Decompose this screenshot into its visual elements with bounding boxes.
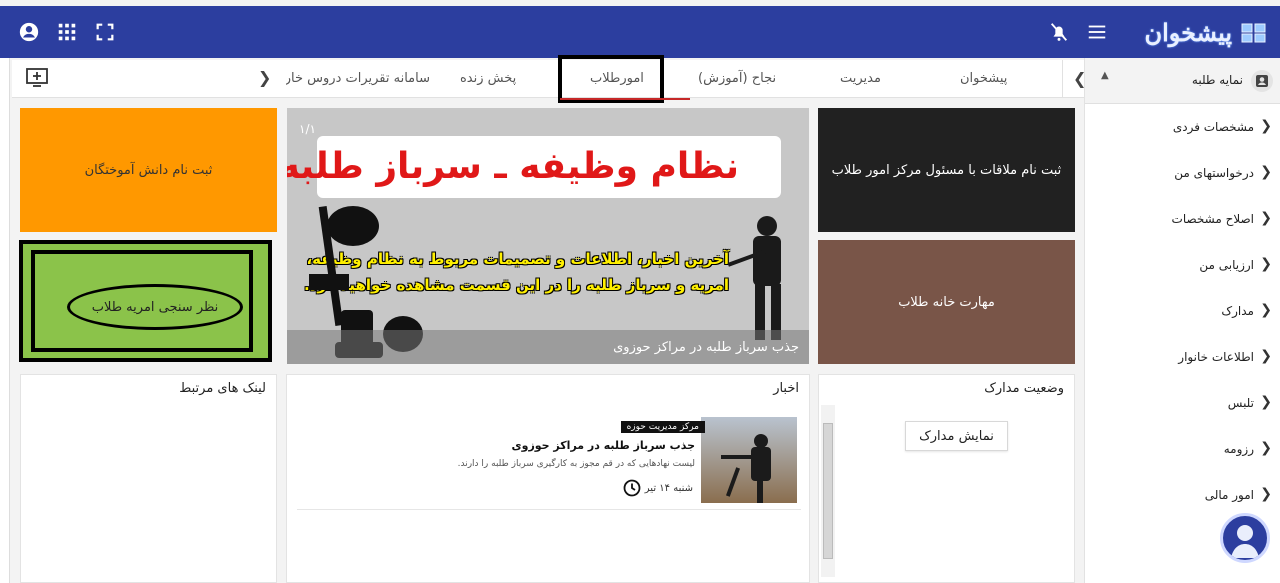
news-banner[interactable]: ۱/۱ نظام وظیفه ـ سرباز طلبه آخرین اخبار،… bbox=[287, 108, 809, 364]
sidebar-item-label: تلبس bbox=[1227, 396, 1254, 410]
active-tab-indicator bbox=[560, 98, 690, 100]
soldier-figure-illustration bbox=[727, 216, 781, 340]
skills-house-tile[interactable]: مهارت خانه طلاب bbox=[818, 240, 1075, 364]
sidebar-item-documents[interactable]: ❯ مدارک bbox=[1084, 290, 1280, 334]
tab-live-broadcast[interactable]: پخش زنده bbox=[460, 71, 516, 86]
news-item-headline[interactable]: جذب سرباز طلبه در مراکز حوزوی bbox=[512, 439, 695, 452]
clock-icon bbox=[623, 479, 641, 497]
sidebar-item-finance[interactable]: ❯ امور مالی bbox=[1084, 474, 1280, 518]
documents-status-panel: وضعیت مدارک نمایش مدارک bbox=[818, 374, 1075, 583]
support-agent-icon bbox=[1231, 525, 1259, 558]
apps-grid-icon[interactable] bbox=[56, 21, 78, 43]
news-thumbnail-image bbox=[721, 434, 771, 503]
sidebar-item-personal-info[interactable]: ❯ مشخصات فردی bbox=[1084, 106, 1280, 150]
survey-label: نظر سنجی امریه طلاب bbox=[91, 299, 219, 315]
related-links-panel: لینک های مرتبط bbox=[20, 374, 277, 583]
documents-scrollbar[interactable] bbox=[821, 405, 835, 577]
chevron-icon: ❯ bbox=[1260, 486, 1272, 502]
collapse-caret-icon[interactable]: ▲ bbox=[1101, 70, 1109, 81]
app-root: پیشخوان ❯ سامانه تقریرات دروس خارج پخش ز… bbox=[0, 0, 1280, 583]
news-title: اخبار bbox=[773, 381, 799, 396]
chevron-icon: ❯ bbox=[1260, 118, 1272, 134]
news-source-tag: مرکز مدیریت حوزه bbox=[620, 421, 705, 433]
meeting-registration-tile[interactable]: ثبت نام ملاقات با مسئول مرکز امور طلاب bbox=[818, 108, 1075, 232]
banner-headline: نظام وظیفه ـ سرباز طلبه bbox=[287, 146, 739, 187]
sidebar-item-my-requests[interactable]: ❯ درخواستهای من bbox=[1084, 152, 1280, 196]
sidebar-item-label: مشخصات فردی bbox=[1172, 120, 1254, 134]
chevron-icon: ❯ bbox=[1260, 302, 1272, 318]
chevron-icon: ❯ bbox=[1260, 348, 1272, 364]
chevron-icon: ❯ bbox=[1260, 210, 1272, 226]
sidebar-header-label: نمایه طلبه bbox=[1191, 73, 1243, 87]
tab-lecture-notes[interactable]: سامانه تقریرات دروس خارج bbox=[286, 71, 430, 86]
conscription-survey-tile[interactable]: نظر سنجی امریه طلاب bbox=[19, 240, 272, 362]
support-avatar-button[interactable] bbox=[1220, 513, 1270, 563]
sidebar-item-label: اطلاعات خانوار bbox=[1178, 350, 1254, 364]
banner-caption: جذب سرباز طلبه در مراکز حوزوی bbox=[613, 340, 799, 355]
account-circle-icon[interactable] bbox=[18, 21, 40, 43]
fullscreen-icon[interactable] bbox=[94, 21, 116, 43]
logo-mark-icon bbox=[1241, 23, 1266, 43]
sidebar-header[interactable]: ▲ نمایه طلبه bbox=[1085, 58, 1280, 104]
tab-management[interactable]: مدیریت bbox=[840, 71, 881, 86]
top-bar: پیشخوان bbox=[0, 6, 1280, 58]
chevron-icon: ❯ bbox=[1260, 394, 1272, 410]
news-thumbnail[interactable] bbox=[701, 417, 797, 503]
chevron-icon: ❯ bbox=[1260, 256, 1272, 272]
chevron-icon: ❯ bbox=[1260, 164, 1272, 180]
related-links-title: لینک های مرتبط bbox=[179, 381, 266, 396]
skills-house-label: مهارت خانه طلاب bbox=[898, 294, 995, 310]
meeting-registration-label: ثبت نام ملاقات با مسئول مرکز امور طلاب bbox=[831, 162, 1062, 178]
graduates-registration-tile[interactable]: ثبت نام دانش آموختگان bbox=[20, 108, 277, 232]
left-gutter bbox=[0, 58, 10, 583]
news-date-text: شنبه ۱۴ تیر bbox=[644, 482, 693, 494]
survey-oval-highlight: نظر سنجی امریه طلاب bbox=[67, 284, 243, 330]
menu-icon[interactable] bbox=[1086, 21, 1108, 43]
news-divider bbox=[297, 509, 801, 510]
tab-dashboard[interactable]: پیشخوان bbox=[960, 71, 1007, 86]
news-item-date: شنبه ۱۴ تیر bbox=[623, 479, 693, 497]
add-to-screen-icon[interactable] bbox=[26, 68, 48, 88]
app-logo[interactable]: پیشخوان bbox=[1140, 14, 1268, 52]
documents-status-title: وضعیت مدارک bbox=[984, 381, 1064, 396]
student-profile-icon bbox=[1251, 70, 1273, 92]
banner-counter: ۱/۱ bbox=[299, 122, 316, 136]
sidebar-item-edit-profile[interactable]: ❯ اصلاح مشخصات bbox=[1084, 198, 1280, 242]
news-item-description: لیست نهادهایی که در قم مجوز به کارگیری س… bbox=[457, 459, 695, 469]
tab-student-affairs[interactable]: امورطلاب bbox=[590, 71, 644, 86]
sidebar-item-label: اصلاح مشخصات bbox=[1171, 212, 1254, 226]
module-tabs: ❯ سامانه تقریرات دروس خارج پخش زنده امور… bbox=[12, 55, 1086, 103]
tabs-scroll-right-icon[interactable]: ❮ bbox=[1062, 60, 1086, 98]
sidebar-item-label: درخواستهای من bbox=[1174, 166, 1254, 180]
documents-scroll-thumb[interactable] bbox=[823, 423, 833, 559]
sidebar-item-label: امور مالی bbox=[1204, 488, 1254, 502]
right-sidebar: ▲ نمایه طلبه ❯ مشخصات فردی ❯ درخواستهای من… bbox=[1084, 58, 1280, 583]
tab-education[interactable]: نجاح (آموزش) bbox=[698, 71, 776, 86]
news-panel: اخبار مرکز مدیریت حوزه جذب سرباز طلبه در… bbox=[286, 374, 810, 583]
sidebar-item-resume[interactable]: ❯ رزومه bbox=[1084, 428, 1280, 472]
sidebar-item-label: رزومه bbox=[1223, 442, 1254, 456]
logo-text: پیشخوان bbox=[1144, 18, 1232, 47]
sidebar-item-household[interactable]: ❯ اطلاعات خانوار bbox=[1084, 336, 1280, 380]
tabs-scroll-left-icon[interactable]: ❯ bbox=[258, 68, 271, 87]
sidebar-item-clergy-attire[interactable]: ❯ تلبس bbox=[1084, 382, 1280, 426]
graduates-registration-label: ثبت نام دانش آموختگان bbox=[84, 162, 213, 178]
notifications-off-icon[interactable] bbox=[1048, 21, 1070, 43]
sidebar-item-evaluation[interactable]: ❯ ارزیابی من bbox=[1084, 244, 1280, 288]
sidebar-item-label: مدارک bbox=[1221, 304, 1254, 318]
show-documents-button[interactable]: نمایش مدارک bbox=[905, 421, 1008, 451]
chevron-icon: ❯ bbox=[1260, 440, 1272, 456]
sidebar-item-label: ارزیابی من bbox=[1199, 258, 1254, 272]
